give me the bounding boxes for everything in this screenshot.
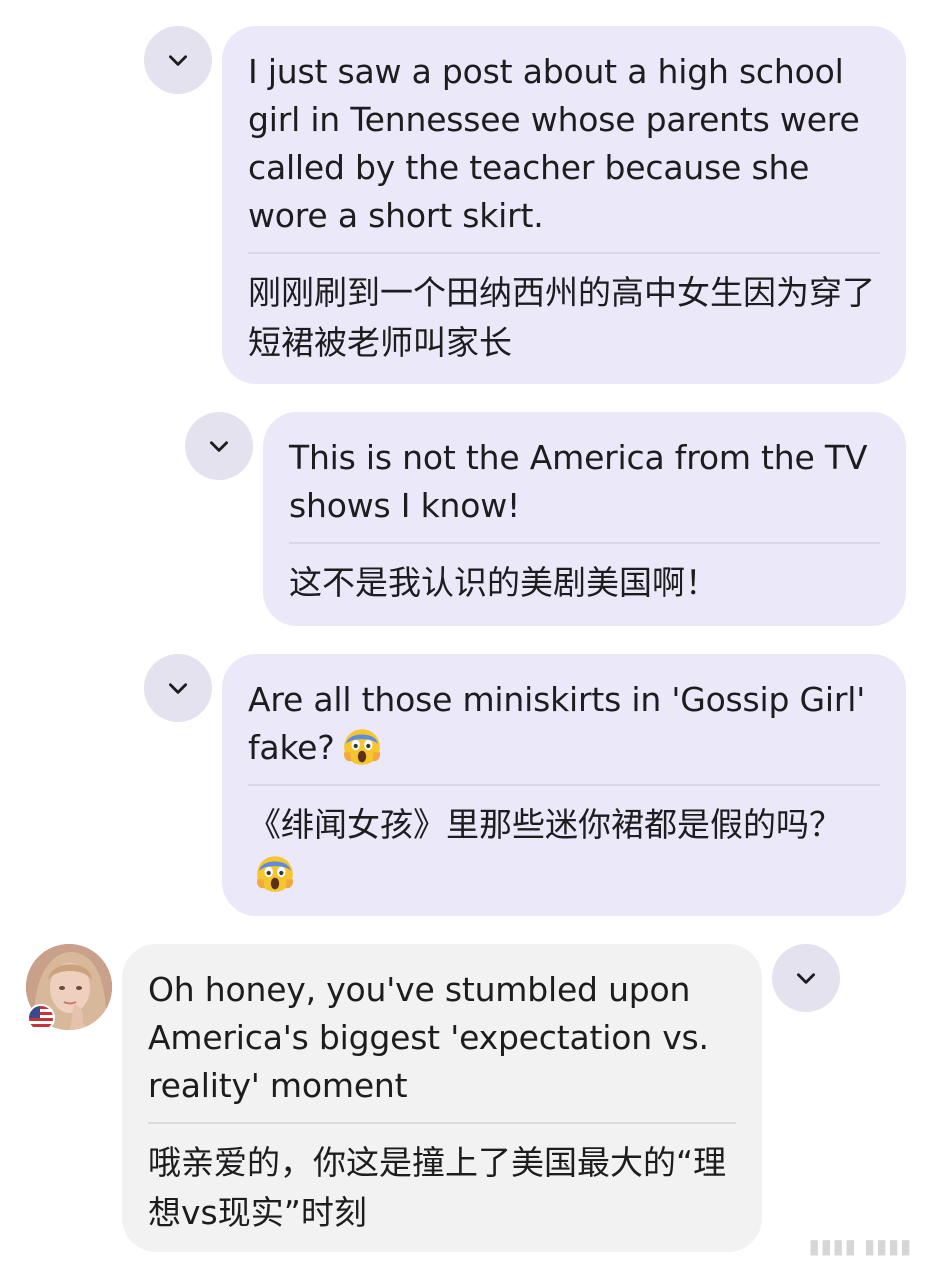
translation-toggle-button[interactable] bbox=[185, 412, 253, 480]
translation-toggle-button[interactable] bbox=[144, 26, 212, 94]
us-flag-icon bbox=[27, 1004, 55, 1032]
divider bbox=[148, 1122, 736, 1124]
watermark: ▮▮▮▮ ▮▮▮▮ bbox=[808, 1234, 912, 1258]
message-text-chinese: 《绯闻女孩》里那些迷你裙都是假的吗？ bbox=[248, 800, 880, 900]
message-text-english: I just saw a post about a high school gi… bbox=[248, 52, 860, 235]
translation-toggle-button[interactable] bbox=[144, 654, 212, 722]
message-text-chinese-content: 《绯闻女孩》里那些迷你裙都是假的吗？ bbox=[248, 805, 842, 844]
chevron-down-icon bbox=[169, 55, 187, 66]
chat-thread: I just saw a post about a high school gi… bbox=[0, 0, 932, 1280]
divider bbox=[289, 542, 880, 544]
message-text-chinese: 这不是我认识的美剧美国啊！ bbox=[289, 563, 718, 602]
message-text-chinese: 刚刚刷到一个田纳西州的高中女生因为穿了短裙被老师叫家长 bbox=[248, 273, 875, 362]
message-bubble[interactable]: Oh honey, you've stumbled upon America's… bbox=[122, 944, 762, 1252]
divider bbox=[248, 252, 880, 254]
message-text-english: Oh honey, you've stumbled upon America's… bbox=[148, 970, 709, 1105]
divider bbox=[248, 784, 880, 786]
message-text-chinese: 哦亲爱的，你这是撞上了美国最大的“理想vs现实”时刻 bbox=[148, 1143, 727, 1232]
translation-toggle-button[interactable] bbox=[772, 944, 840, 1012]
message-bubble[interactable]: Are all those miniskirts in 'Gossip Girl… bbox=[222, 654, 906, 916]
screaming-face-emoji-icon bbox=[343, 729, 380, 765]
message-bubble[interactable]: I just saw a post about a high school gi… bbox=[222, 26, 906, 384]
chevron-down-icon bbox=[797, 973, 815, 984]
message-bubble[interactable]: This is not the America from the TV show… bbox=[263, 412, 906, 626]
chevron-down-icon bbox=[169, 683, 187, 694]
screaming-face-emoji-icon bbox=[256, 856, 294, 892]
message-text-english: This is not the America from the TV show… bbox=[289, 438, 868, 525]
chevron-down-icon bbox=[210, 441, 228, 452]
message-text-english: Are all those miniskirts in 'Gossip Girl… bbox=[248, 676, 880, 772]
